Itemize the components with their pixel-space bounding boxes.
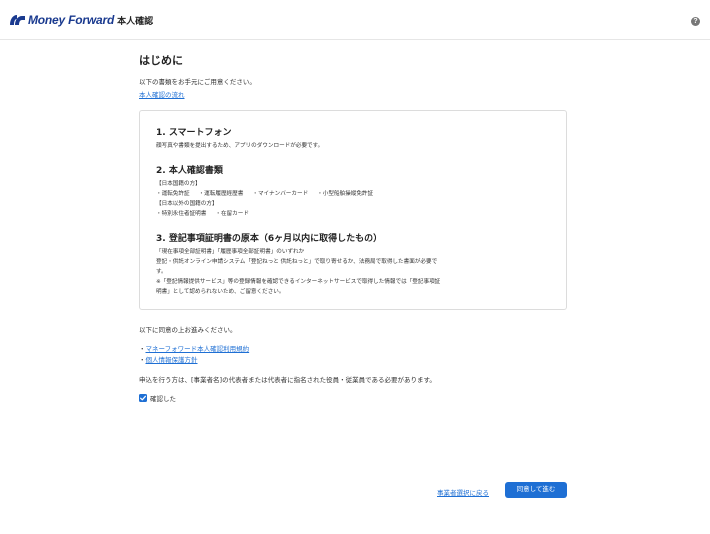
back-to-business-selection-link[interactable]: 事業者選択に戻る (437, 487, 489, 497)
intro-text: 以下の書類をお手元にご用意ください。 (139, 78, 256, 86)
agree-and-proceed-button[interactable]: 同意して進む (505, 482, 567, 498)
section-title: 2. 本人確認書類 (156, 166, 223, 176)
app-subtitle: 本人確認 (117, 16, 154, 27)
list-item: ・運転免許証 (156, 191, 190, 197)
agreement-text: 以下に同意の上お進みください。 (139, 326, 237, 334)
section-text: 明書」として認められないため、ご留意ください。 (156, 289, 285, 295)
terms-link[interactable]: マネーフォワード本人確認利用規約 (146, 345, 250, 353)
help-icon[interactable]: ? (691, 17, 700, 26)
section-text: 顔写真や書類を提出するため、アプリのダウンロードが必要です。 (156, 143, 324, 149)
header: Money Forward 本人確認 ? (0, 0, 710, 40)
list-item: ・運転履歴経歴書 (198, 191, 244, 197)
logo[interactable]: Money Forward 本人確認 (9, 13, 153, 27)
group-label: 【日本国籍の方】 (156, 181, 201, 187)
money-forward-logo-icon (10, 14, 25, 25)
list-item: ・個人情報保護方針 (139, 355, 569, 366)
list-item: ・在留カード (215, 211, 249, 217)
page-title: はじめに (139, 54, 183, 67)
checkmark-icon (140, 395, 146, 401)
section-id-documents: 2. 本人確認書類 【日本国籍の方】 ・運転免許証 ・運転履歴経歴書 ・マイナン… (156, 163, 548, 219)
list-item: ・マイナンバーカード (252, 191, 309, 197)
privacy-policy-link[interactable]: 個人情報保護方針 (146, 356, 198, 364)
group-label: 【日本以外の国籍の方】 (156, 201, 218, 207)
checkbox-label: 確認した (150, 395, 176, 403)
brand-name: Money Forward (28, 13, 115, 27)
document-list: ・特別永住者証明書 ・在留カード (156, 209, 548, 219)
section-registry-certificate: 3. 登記事項証明書の原本（6ヶ月以内に取得したもの） 「現在事項全部証明書」「… (156, 231, 548, 297)
confirm-checkbox-row[interactable]: 確認した (139, 393, 569, 403)
section-text: 「現在事項全部証明書」「履歴事項全部証明書」のいずれか (156, 249, 305, 255)
section-title: 3. 登記事項証明書の原本（6ヶ月以内に取得したもの） (156, 234, 383, 244)
applicant-notice: 申込を行う方は、[事業者名]の代表者または代表者に指名された役員・従業員である必… (139, 376, 436, 384)
section-text: ※「登記情報提供サービス」等の登録情報を確認できるインターネットサービスで取得し… (156, 279, 441, 285)
list-item: ・マネーフォワード本人確認利用規約 (139, 344, 569, 355)
list-item: ・小型船舶操縦免許証 (317, 191, 374, 197)
section-smartphone: 1. スマートフォン 顔写真や書類を提出するため、アプリのダウンロードが必要です… (156, 125, 548, 151)
confirm-checkbox[interactable] (139, 394, 147, 402)
required-documents-card: 1. スマートフォン 顔写真や書類を提出するため、アプリのダウンロードが必要です… (139, 110, 567, 310)
section-title: 1. スマートフォン (156, 128, 232, 138)
section-text: す。 (156, 269, 167, 275)
section-text: 登記・供託オンライン申請システム「登記ねっと 供託ねっと」で取り寄せるか、法務局… (156, 259, 438, 265)
flow-link[interactable]: 本人確認の流れ (139, 89, 569, 99)
main-content: はじめに 以下の書類をお手元にご用意ください。 本人確認の流れ 1. スマートフ… (139, 52, 569, 403)
document-list: ・運転免許証 ・運転履歴経歴書 ・マイナンバーカード ・小型船舶操縦免許証 (156, 189, 548, 199)
list-item: ・特別永住者証明書 (156, 211, 207, 217)
